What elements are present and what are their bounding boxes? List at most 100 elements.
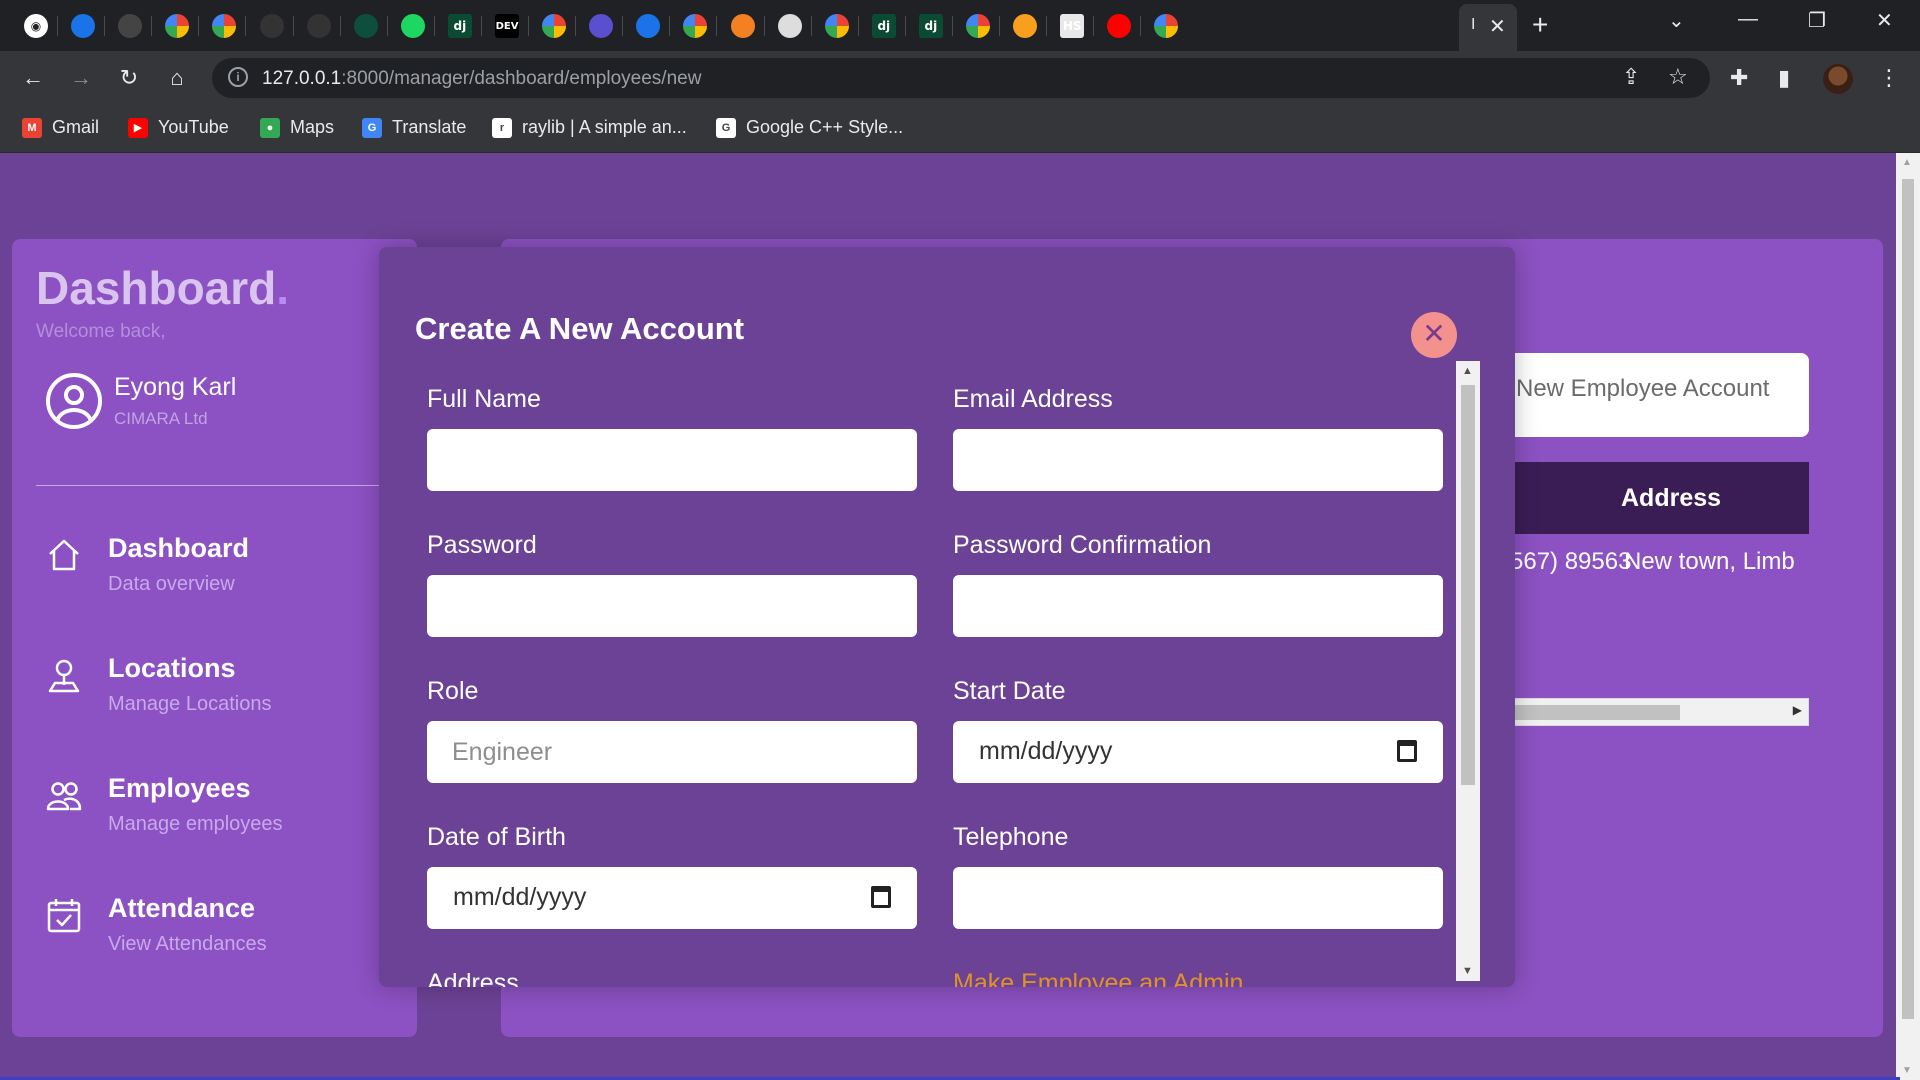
- bookmark-star-icon[interactable]: ☆: [1668, 62, 1688, 92]
- page-scrollbar-thumb[interactable]: [1902, 179, 1914, 1019]
- browser-tab[interactable]: dj: [858, 6, 910, 46]
- bookmark-item[interactable]: G Google C++ Style...: [716, 117, 903, 138]
- browser-tab[interactable]: [764, 6, 816, 46]
- app-icon: [636, 14, 661, 38]
- role-input[interactable]: [427, 721, 917, 783]
- new-tab-button[interactable]: +: [1532, 10, 1548, 40]
- make-admin-label[interactable]: Make Employee an Admin: [953, 969, 1243, 987]
- calendar-icon[interactable]: [871, 886, 891, 908]
- scroll-down-arrow-icon[interactable]: ▼: [1902, 1065, 1912, 1076]
- browser-tab[interactable]: [622, 6, 674, 46]
- browser-tab[interactable]: [1093, 6, 1145, 46]
- site-info-icon[interactable]: i: [228, 67, 248, 87]
- youtube-icon: ▶: [128, 117, 148, 138]
- home-button[interactable]: ⌂: [162, 63, 192, 93]
- url-host: 127.0.0.1: [262, 68, 342, 89]
- scroll-down-arrow-icon[interactable]: ▼: [1462, 965, 1473, 977]
- bookmark-label: Translate: [392, 117, 467, 137]
- email-input[interactable]: [953, 429, 1443, 491]
- google-icon: [683, 14, 708, 38]
- app-icon: [259, 14, 284, 38]
- browser-tab[interactable]: DEV: [481, 6, 533, 46]
- browser-tab[interactable]: [528, 6, 580, 46]
- tab-search-icon[interactable]: ⌄: [1668, 8, 1685, 33]
- page-vertical-scrollbar[interactable]: ▲ ▼: [1896, 153, 1920, 1080]
- telephone-input[interactable]: [953, 867, 1443, 929]
- start-date-value: mm/dd/yyyy: [979, 737, 1113, 765]
- close-icon: ✕: [1422, 318, 1446, 349]
- scroll-up-arrow-icon[interactable]: ▲: [1902, 157, 1912, 168]
- play-icon: [400, 14, 425, 38]
- scroll-right-arrow-icon[interactable]: ▶: [1793, 703, 1802, 717]
- browser-tab[interactable]: dj: [434, 6, 486, 46]
- browser-tab[interactable]: dj: [905, 6, 957, 46]
- brand-dot: .: [276, 262, 290, 314]
- scroll-up-arrow-icon[interactable]: ▲: [1462, 365, 1473, 377]
- browser-tab[interactable]: [575, 6, 627, 46]
- browser-toolbar: ← → ↻ ⌂ i 127.0.0.1:8000/manager/dashboa…: [0, 51, 1920, 105]
- extensions-icon[interactable]: ✚: [1730, 63, 1748, 93]
- browser-tab[interactable]: [952, 6, 1004, 46]
- password-confirmation-input[interactable]: [953, 575, 1443, 637]
- browser-tab[interactable]: [57, 6, 109, 46]
- bookmark-label: Gmail: [52, 117, 100, 137]
- maps-icon: ●: [260, 117, 280, 138]
- restore-button[interactable]: ❐: [1808, 8, 1826, 33]
- browser-tab[interactable]: [246, 6, 298, 46]
- active-tab[interactable]: I ✕: [1459, 4, 1517, 51]
- google-icon: G: [716, 117, 736, 138]
- browser-tab[interactable]: [669, 6, 721, 46]
- bookmark-item[interactable]: ▶ YouTube: [128, 117, 229, 138]
- brand-title: Dashboard.: [36, 261, 289, 315]
- start-date-input[interactable]: mm/dd/yyyy: [953, 721, 1443, 783]
- address-label: Address: [427, 969, 519, 987]
- browser-tab[interactable]: [1140, 6, 1192, 46]
- reload-button[interactable]: ↻: [114, 63, 144, 93]
- user-avatar-icon: [46, 373, 102, 429]
- close-modal-button[interactable]: ✕: [1411, 312, 1457, 358]
- browser-tab[interactable]: [198, 6, 250, 46]
- bookmark-item[interactable]: G Translate: [362, 117, 466, 138]
- forward-button[interactable]: →: [66, 63, 96, 93]
- url-path: :8000/manager/dashboard/employees/new: [341, 68, 702, 89]
- browser-tab[interactable]: [387, 6, 439, 46]
- side-panel-icon[interactable]: ▮: [1778, 63, 1790, 93]
- browser-tab[interactable]: [104, 6, 156, 46]
- date-of-birth-input[interactable]: mm/dd/yyyy: [427, 867, 917, 929]
- share-icon[interactable]: ⇪: [1622, 62, 1640, 92]
- sidebar-item-subtitle: Manage Locations: [108, 693, 272, 715]
- minimize-button[interactable]: —: [1738, 8, 1758, 31]
- browser-tab[interactable]: [151, 6, 203, 46]
- bookmarks-bar: M Gmail ▶ YouTube ● Maps G Translate r raylib | A…: [0, 105, 1920, 153]
- menu-kebab-icon[interactable]: ⋮: [1878, 63, 1900, 93]
- browser-tab[interactable]: [340, 6, 392, 46]
- address-bar[interactable]: i 127.0.0.1:8000/manager/dashboard/emplo…: [212, 58, 1710, 98]
- browser-tab[interactable]: HS: [1046, 6, 1098, 46]
- column-header-address: Address: [1621, 484, 1722, 512]
- browser-tab[interactable]: [293, 6, 345, 46]
- role-label: Role: [427, 677, 479, 705]
- url-text[interactable]: 127.0.0.1:8000/manager/dashboard/employe…: [262, 68, 701, 90]
- modal-scrollbar-thumb[interactable]: [1461, 385, 1475, 785]
- browser-tab[interactable]: [811, 6, 863, 46]
- modal-scrollbar[interactable]: ▲ ▼: [1456, 361, 1480, 981]
- cell-address: New town, Limb: [1624, 548, 1795, 575]
- user-name: Eyong Karl: [114, 373, 237, 401]
- bookmark-item[interactable]: M Gmail: [22, 117, 99, 138]
- raylib-icon: r: [492, 117, 512, 138]
- bookmark-item[interactable]: r raylib | A simple an...: [492, 117, 687, 138]
- back-button[interactable]: ←: [18, 63, 48, 93]
- close-window-button[interactable]: ✕: [1876, 8, 1893, 33]
- full-name-input[interactable]: [427, 429, 917, 491]
- profile-avatar[interactable]: [1823, 64, 1853, 94]
- browser-tab[interactable]: ◉: [10, 6, 62, 46]
- close-tab-icon[interactable]: ✕: [1489, 14, 1506, 39]
- app-icon: [353, 14, 378, 38]
- browser-tab[interactable]: [717, 6, 769, 46]
- browser-tab[interactable]: [999, 6, 1051, 46]
- sidebar-item-title: Dashboard: [108, 533, 250, 563]
- password-input[interactable]: [427, 575, 917, 637]
- app-icon: [71, 14, 96, 38]
- calendar-icon[interactable]: [1397, 740, 1417, 762]
- bookmark-item[interactable]: ● Maps: [260, 117, 334, 138]
